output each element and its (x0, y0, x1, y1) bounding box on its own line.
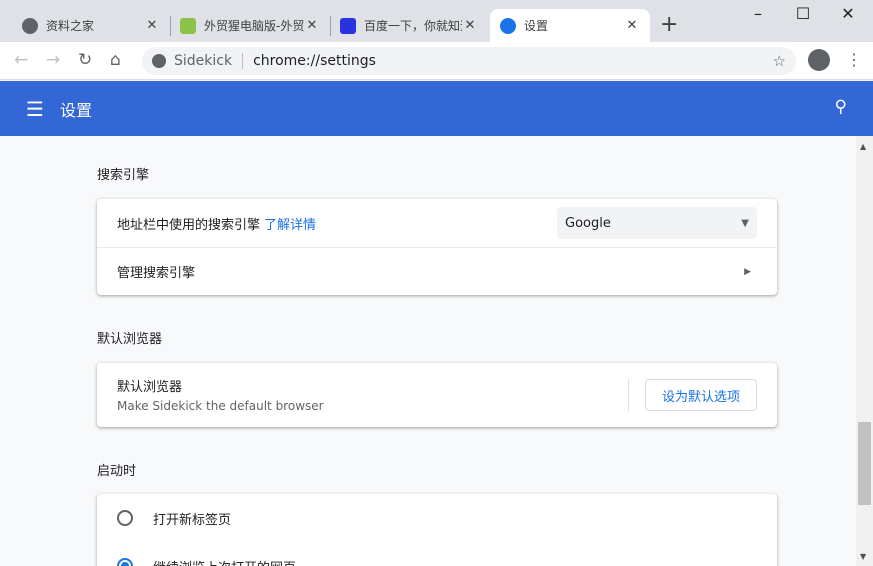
tab-baidu[interactable]: 百度一下，你就知道 ✕ (330, 9, 488, 42)
startup-option-new-tab[interactable]: 打开新标签页 (97, 494, 777, 542)
home-button[interactable]: ⌂ (110, 50, 121, 70)
tab-title: 百度一下，你就知道 (364, 19, 462, 33)
close-icon[interactable]: ✕ (144, 18, 160, 33)
tab-title: 资料之家 (46, 19, 95, 33)
site-icon (152, 54, 166, 68)
search-engine-select[interactable]: Google ▼ (557, 207, 757, 239)
startup-option-continue[interactable]: 继续浏览上次打开的网页 (97, 542, 777, 566)
scroll-down-arrow-icon[interactable]: ▼ (860, 552, 866, 561)
option-label: 打开新标签页 (153, 512, 232, 528)
divider (242, 53, 244, 69)
scrollbar-thumb[interactable] (858, 422, 871, 505)
page-title: 设置 (59, 100, 92, 120)
app-icon (180, 17, 196, 34)
profile-avatar[interactable] (808, 49, 830, 71)
baidu-paw-icon (340, 17, 356, 34)
close-icon[interactable]: ✕ (462, 18, 478, 33)
dropdown-arrow-icon: ▼ (741, 217, 749, 229)
close-icon[interactable]: ✕ (624, 18, 640, 33)
search-engine-card: 地址栏中使用的搜索引擎 了解详情 Google ▼ 管理搜索引擎 ▶ (97, 199, 777, 295)
chevron-right-icon: ▶ (744, 266, 751, 277)
default-browser-card: 默认浏览器 Make Sidekick the default browser … (97, 363, 777, 427)
divider (628, 379, 629, 411)
site-name: Sidekick (174, 53, 233, 69)
url-text: chrome://settings (253, 53, 376, 69)
manage-label: 管理搜索引擎 (117, 266, 196, 281)
close-window-button[interactable]: ✕ (833, 4, 863, 23)
settings-content: 搜索引擎 地址栏中使用的搜索引擎 了解详情 Google ▼ 管理搜索引擎 ▶ 默认浏… (0, 136, 873, 566)
selected-value: Google (565, 215, 611, 231)
search-icon[interactable]: ⚲ (835, 97, 847, 117)
minimize-button[interactable]: – (743, 4, 773, 23)
close-icon[interactable]: ✕ (304, 18, 320, 33)
section-title-startup: 启动时 (97, 464, 137, 479)
menu-dots-icon[interactable]: ⋮ (846, 50, 862, 69)
tab-title: 外贸猩电脑版-外贸 (204, 19, 304, 33)
scrollbar[interactable]: ▲ ▼ (856, 136, 873, 566)
settings-header: ☰ 设置 ⚲ (0, 81, 873, 136)
make-default-button[interactable]: 设为默认选项 (645, 379, 757, 411)
address-bar[interactable]: Sidekick chrome://settings ☆ (142, 47, 796, 75)
radio-button[interactable] (117, 510, 133, 526)
browser-toolbar: ← → ↻ ⌂ Sidekick chrome://settings ☆ ⋮ (0, 42, 873, 80)
section-title-search-engine: 搜索引擎 (97, 168, 150, 183)
tab-settings[interactable]: 设置 ✕ (490, 9, 650, 42)
manage-search-engines-row[interactable]: 管理搜索引擎 ▶ (97, 247, 777, 295)
tab-ziliao[interactable]: 资料之家 ✕ (12, 9, 170, 42)
new-tab-button[interactable]: + (660, 12, 678, 37)
radio-button[interactable] (117, 558, 133, 566)
tab-strip: 资料之家 ✕ 外贸猩电脑版-外贸 ✕ 百度一下，你就知道 ✕ 设置 ✕ + – … (0, 0, 873, 42)
startup-card: 打开新标签页 继续浏览上次打开的网页 (97, 494, 777, 566)
scroll-up-arrow-icon[interactable]: ▲ (860, 142, 866, 151)
forward-button[interactable]: → (46, 50, 60, 70)
back-button[interactable]: ← (14, 50, 28, 70)
reload-button[interactable]: ↻ (78, 50, 92, 70)
section-title-default-browser: 默认浏览器 (97, 332, 163, 347)
gear-icon (500, 17, 516, 34)
maximize-button[interactable]: ☐ (788, 4, 818, 23)
search-engine-label: 地址栏中使用的搜索引擎 (117, 217, 261, 233)
option-label: 继续浏览上次打开的网页 (153, 557, 296, 566)
star-icon[interactable]: ☆ (773, 52, 786, 70)
hamburger-menu-icon[interactable]: ☰ (26, 97, 44, 121)
tab-title: 设置 (524, 19, 549, 33)
learn-more-link[interactable]: 了解详情 (264, 214, 316, 233)
tab-waimao[interactable]: 外贸猩电脑版-外贸 ✕ (170, 9, 330, 42)
globe-icon (22, 17, 38, 34)
